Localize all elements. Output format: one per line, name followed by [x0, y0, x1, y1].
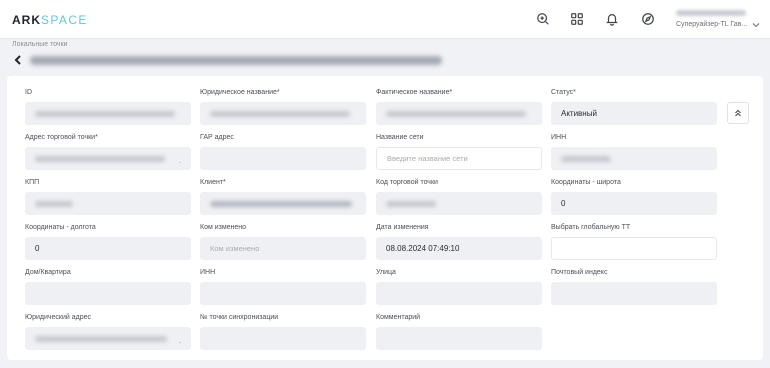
changed-by-placeholder: Ком изменено	[210, 244, 260, 253]
blurred-value	[386, 110, 526, 117]
longitude-value: 0	[35, 244, 40, 253]
blurred-value	[210, 200, 352, 207]
field-label-longitude: Координаты - долгота	[25, 224, 96, 231]
legal-name-field[interactable]	[200, 102, 366, 125]
field-label-client: Клиент*	[200, 179, 226, 186]
overflow-dots: .	[178, 156, 181, 165]
collapse-button[interactable]	[727, 102, 749, 124]
compass-icon[interactable]	[640, 11, 656, 27]
blurred-value	[35, 335, 167, 342]
top-bar: ARKSPACE Суперуайзер-TL Гав...	[0, 0, 770, 39]
field-label-legal-name: Юридическое название*	[200, 89, 280, 96]
changed-by-field[interactable]: Ком изменено	[200, 237, 366, 260]
logo-space-text: SPACE	[41, 13, 88, 27]
support-icon[interactable]	[535, 11, 551, 27]
address-field[interactable]: .	[25, 147, 191, 170]
field-label-id: ID	[25, 89, 32, 96]
client-field[interactable]	[200, 192, 366, 215]
field-label-street: Улица	[376, 269, 396, 276]
network-name-input[interactable]: Введите название сети	[376, 147, 542, 170]
street-field[interactable]	[376, 282, 542, 305]
chevron-down-icon[interactable]	[752, 16, 760, 28]
field-label-legal-address: Юридический адрес	[25, 314, 92, 321]
blurred-value	[561, 155, 611, 162]
changed-date-value: 08.08.2024 07:49:10	[386, 244, 460, 253]
apps-grid-icon[interactable]	[569, 11, 585, 27]
inn2-field[interactable]	[200, 282, 366, 305]
gar-address-field[interactable]	[200, 147, 366, 170]
blurred-value	[210, 110, 350, 117]
inn-field[interactable]	[551, 147, 717, 170]
field-label-status: Статус*	[551, 89, 576, 96]
back-arrow-icon[interactable]	[12, 53, 24, 67]
global-tt-select[interactable]	[551, 237, 717, 260]
status-select[interactable]: Активный	[551, 102, 717, 125]
field-label-inn: ИНН	[551, 134, 567, 141]
blurred-value	[35, 200, 73, 207]
field-label-network-name: Название сети	[376, 134, 424, 141]
house-field[interactable]	[25, 282, 191, 305]
outlet-code-field[interactable]	[376, 192, 542, 215]
comment-field[interactable]	[376, 327, 542, 350]
field-label-actual-name: Фактическое название*	[376, 89, 453, 96]
field-label-comment: Комментарий	[376, 314, 421, 321]
latitude-value: 0	[561, 199, 566, 208]
sync-number-field[interactable]	[200, 327, 366, 350]
id-field[interactable]	[25, 102, 191, 125]
breadcrumb[interactable]: Локальные точки	[12, 41, 68, 48]
field-label-gar-address: ГАР адрес	[200, 134, 234, 141]
field-label-inn2: ИНН	[200, 269, 216, 276]
double-chevron-up-icon	[735, 109, 741, 117]
field-label-sync-number: № точки синхронизации	[200, 314, 279, 321]
blurred-value	[35, 110, 175, 117]
blurred-value	[386, 200, 436, 207]
status-value: Активный	[561, 109, 597, 118]
page-title	[30, 56, 442, 65]
bell-icon[interactable]	[604, 11, 620, 27]
app-logo[interactable]: ARKSPACE	[12, 13, 88, 27]
user-role[interactable]: Суперуайзер-TL Гав...	[676, 21, 747, 28]
postal-code-field[interactable]	[551, 282, 717, 305]
changed-date-field[interactable]: 08.08.2024 07:49:10	[376, 237, 542, 260]
field-label-changed-by: Ком изменено	[200, 224, 247, 231]
field-label-kpp: КПП	[25, 179, 40, 186]
overflow-dots: .	[178, 336, 181, 345]
field-label-address: Адрес торговой точки*	[25, 134, 98, 141]
network-name-placeholder: Введите название сети	[387, 154, 468, 163]
field-label-global-tt: Выбрать глобальную ТТ	[551, 224, 631, 231]
longitude-field[interactable]: 0	[25, 237, 191, 260]
legal-address-field[interactable]: .	[25, 327, 191, 350]
latitude-field[interactable]: 0	[551, 192, 717, 215]
blurred-value	[35, 155, 165, 162]
field-label-changed-date: Дата изменения	[376, 224, 429, 231]
kpp-field[interactable]	[25, 192, 191, 215]
field-label-house: Дом/Квартира	[25, 269, 71, 276]
actual-name-field[interactable]	[376, 102, 542, 125]
outlet-form-card: ID Юридическое название* Фактическое наз…	[7, 76, 763, 360]
field-label-outlet-code: Код торговой точки	[376, 179, 438, 186]
field-label-latitude: Координаты - широта	[551, 179, 621, 186]
user-name[interactable]	[676, 10, 746, 16]
logo-ark-text: ARK	[12, 13, 41, 27]
field-label-postal-code: Почтовый индекс	[551, 269, 608, 276]
